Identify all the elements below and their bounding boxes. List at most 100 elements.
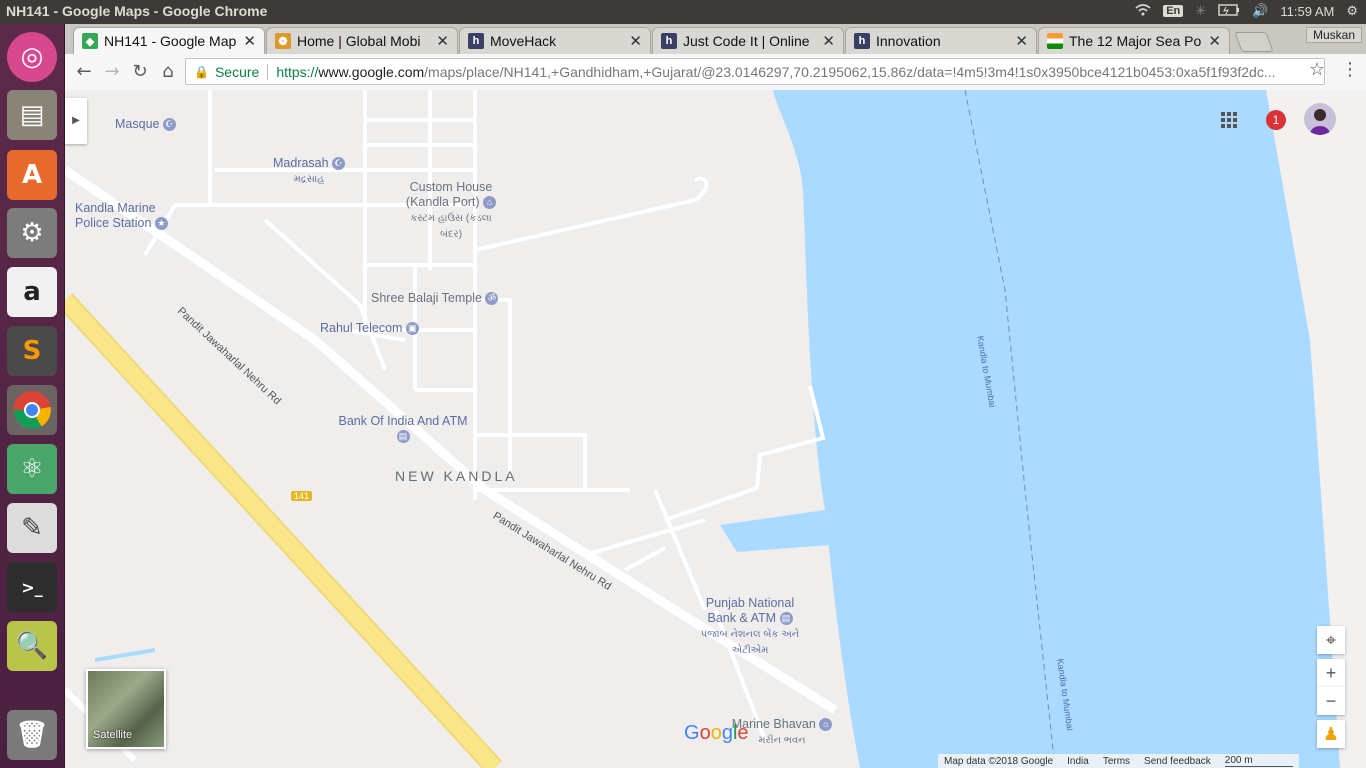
url-host: www.google.com [318,63,425,80]
close-icon[interactable]: ✕ [436,32,449,50]
close-icon[interactable]: ✕ [243,32,256,50]
creek [94,648,156,662]
omnibox-divider [267,63,269,80]
trash-icon[interactable]: 🗑 [7,710,57,760]
google-logo: Google [684,722,749,744]
window-title: NH141 - Google Maps - Google Chrome [6,3,268,19]
tab-movehack[interactable]: h MoveHack ✕ [459,27,651,54]
tab-sea-ports[interactable]: The 12 Major Sea Po ✕ [1038,27,1230,54]
poi-rahul-telecom[interactable]: Rahul Telecom ▣ [320,321,419,336]
secure-label: Secure [214,63,260,80]
google-apps-icon[interactable] [1221,112,1241,132]
police-icon: ★ [154,217,168,231]
shop-icon: ▣ [405,322,419,336]
notifications-badge[interactable]: 1 [1266,110,1286,130]
government-icon: ⌂ [819,718,833,732]
zoom-in-button[interactable]: + [1317,659,1345,687]
poi-kandla-marine-police[interactable]: Kandla Marine Police Station ★ [75,201,185,231]
terms-link[interactable]: Terms [1103,756,1130,767]
mosque-icon: ☪ [332,157,346,171]
tab-label: Home | Global Mobi [297,33,421,49]
map-canvas[interactable]: Masque ☪ Madrasah ☪ મદ્રસાહ Kandla Marin… [65,90,1366,768]
volume-icon[interactable]: 🔊 [1252,3,1268,19]
pegman-icon[interactable]: ♟ [1317,720,1345,748]
software-center-icon[interactable]: A [7,150,57,200]
unity-launcher: ◎ ▤ A ⚙ a S ⚛ ✎ >_ 🔍 🗑 [0,24,65,768]
files-icon[interactable]: ▤ [7,90,57,140]
my-location-icon[interactable]: ⌖ [1317,626,1345,654]
poi-custom-house[interactable]: Custom House (Kandla Port) ⌂ કસ્ટમ હાઉસ … [401,180,501,242]
system-settings-icon[interactable]: ⚙ [7,208,57,258]
url-scheme: https:// [276,63,319,80]
bluetooth-icon[interactable]: ✳ [1195,3,1206,19]
amazon-icon[interactable]: a [7,267,57,317]
settings-gear-icon[interactable]: ⚙ [1346,3,1358,19]
zoom-out-button[interactable]: − [1317,687,1345,715]
close-icon[interactable]: ✕ [822,32,835,50]
close-icon[interactable]: ✕ [1015,32,1028,50]
mosque-icon: ☪ [162,118,176,132]
send-feedback-link[interactable]: Send feedback [1144,756,1211,767]
atom-icon[interactable]: ⚛ [7,444,57,494]
government-icon: ⌂ [483,196,497,210]
jetty-road [664,385,826,522]
tab-label: The 12 Major Sea Po [1069,33,1202,49]
new-tab-button[interactable] [1234,32,1274,52]
satellite-toggle[interactable]: Satellite [86,669,166,749]
forward-arrow-icon[interactable]: → [99,59,125,85]
expand-side-panel-button[interactable]: ▶ [65,98,87,144]
scale-bar[interactable]: 200 m [1224,755,1293,767]
terminal-icon[interactable]: >_ [7,562,57,612]
url-text[interactable]: https://www.google.com/maps/place/NH141,… [276,64,1316,80]
back-arrow-icon[interactable]: ← [71,59,97,85]
tab-global-mobility[interactable]: ❁ Home | Global Mobi ✕ [266,27,458,54]
address-bar[interactable]: 🔒 Secure https://www.google.com/maps/pla… [185,58,1325,85]
sublime-text-icon[interactable]: S [7,326,57,376]
close-icon[interactable]: ✕ [1208,32,1221,50]
battery-icon[interactable] [1218,3,1240,19]
hackerearth-icon: h [661,33,677,49]
poi-local-label: પંજાબ નેશનલ બેંક અને એટીએમ [700,629,800,656]
keyboard-layout-indicator[interactable]: En [1163,5,1184,17]
tab-label: MoveHack [490,33,557,49]
tab-just-code-it[interactable]: h Just Code It | Online ✕ [652,27,844,54]
google-maps-icon: ◆ [82,33,98,49]
chrome-menu-icon[interactable]: ⋮ [1341,59,1359,80]
browser-toolbar: ← → ↻ ⌂ 🔒 Secure https://www.google.com/… [65,54,1366,91]
wifi-icon[interactable] [1135,3,1151,19]
satellite-label: Satellite [93,729,133,741]
highway-shield: 141 [291,491,313,501]
poi-bank-of-india[interactable]: Bank Of India And ATM ▤ [333,414,473,444]
poi-label: Madrasah [273,156,329,170]
reload-icon[interactable]: ↻ [127,59,153,85]
home-icon[interactable]: ⌂ [155,59,181,85]
text-editor-icon[interactable]: ✎ [7,503,57,553]
system-monitor-icon[interactable]: 🔍 [7,621,57,671]
poi-label: Custom House (Kandla Port) [405,180,493,209]
emblem-icon: ❁ [275,33,291,49]
map-footer: Map data ©2018 Google India Terms Send f… [938,754,1299,768]
poi-shree-balaji-temple[interactable]: Shree Balaji Temple ॐ [371,291,499,306]
profile-name-badge[interactable]: Muskan [1305,27,1362,43]
bookmark-star-icon[interactable]: ☆ [1309,59,1325,80]
account-avatar[interactable] [1304,103,1336,135]
poi-punjab-national-bank[interactable]: Punjab National Bank & ATM ▤ પંજાબ નેશનલ… [695,596,805,658]
sea-water [773,90,1366,768]
poi-masque[interactable]: Masque ☪ [115,117,176,132]
chrome-icon[interactable] [7,385,57,435]
poi-local-label: મરીન ભવન [758,735,806,746]
area-label: NEW KANDLA [395,468,518,484]
tab-label: NH141 - Google Map [104,33,237,49]
clock[interactable]: 11:59 AM [1280,4,1334,19]
poi-label: Kandla Marine Police Station [75,201,156,230]
tab-innovation[interactable]: h Innovation ✕ [845,27,1037,54]
poi-madrasah[interactable]: Madrasah ☪ મદ્રસાહ [273,156,346,187]
system-tray: En ✳ 🔊 11:59 AM ⚙ [1135,3,1358,19]
tab-nh141[interactable]: ◆ NH141 - Google Map ✕ [73,27,265,54]
region-link[interactable]: India [1067,756,1089,767]
map-data-attribution: Map data ©2018 Google [944,755,1054,767]
ubuntu-dash-icon[interactable]: ◎ [7,32,57,82]
poi-label: Bank Of India And ATM [338,414,468,428]
close-icon[interactable]: ✕ [629,32,642,50]
hackerearth-icon: h [468,33,484,49]
